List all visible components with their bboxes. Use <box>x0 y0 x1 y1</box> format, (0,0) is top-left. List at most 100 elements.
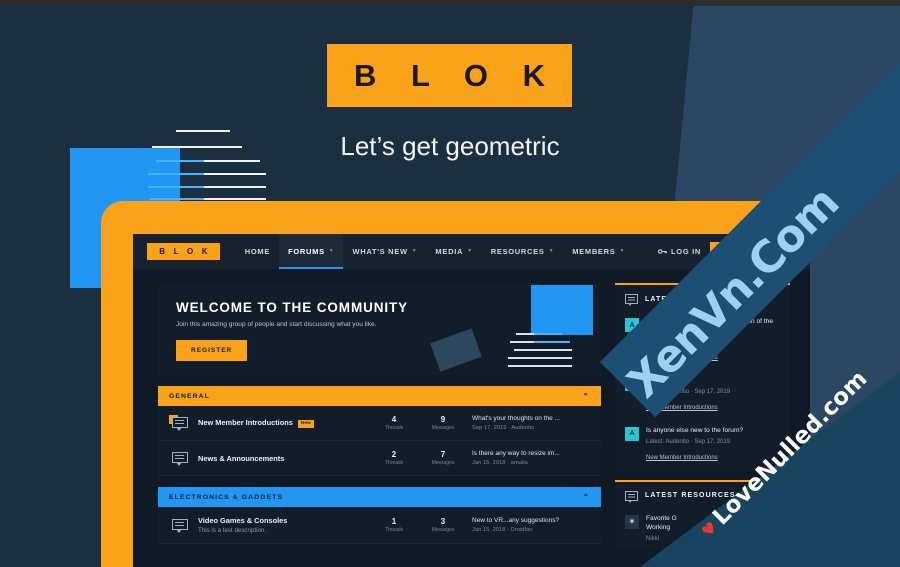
post-title: Is anyone else new to the forum? <box>646 426 744 434</box>
decorative-line <box>204 186 266 188</box>
search-icon[interactable] <box>791 247 800 256</box>
decorative-line <box>148 173 204 175</box>
last-post[interactable]: Is there any way to resize im... Jan 15,… <box>472 450 590 466</box>
messages-count: 7 <box>440 450 446 459</box>
chevron-up-icon[interactable]: ⌃ <box>582 493 590 502</box>
forum-row[interactable]: News & Announcements 2 Threads 7 Message… <box>158 441 601 476</box>
login-button[interactable]: LOG IN <box>658 247 701 256</box>
forum-icon <box>169 415 189 431</box>
forum-title: News & Announcements <box>198 453 285 463</box>
decorative-line <box>148 186 204 188</box>
forum-row[interactable]: Video Games & Consoles This is a test de… <box>158 507 601 544</box>
decorative-line <box>508 365 572 367</box>
welcome-decorative-geometry <box>430 283 601 375</box>
decorative-line <box>508 357 572 359</box>
last-post-meta: Jan 15, 2018 · amalia <box>472 460 528 466</box>
post-forum-link[interactable]: New Member Introductions <box>646 405 718 411</box>
threads-label: Threads <box>384 460 404 466</box>
register-button[interactable]: REGISTER <box>710 242 782 261</box>
threads-stat: 4 Threads <box>374 415 414 431</box>
nav-item-home[interactable]: HOME <box>236 234 279 269</box>
decorative-line <box>150 198 204 200</box>
avatar: A <box>625 376 639 391</box>
decorative-line <box>204 173 266 175</box>
messages-stat: 3 Messages <box>423 517 463 533</box>
threads-label: Threads <box>384 425 404 431</box>
nav-right-group: LOG IN REGISTER <box>658 242 800 261</box>
messages-label: Messages <box>431 460 455 466</box>
forum-icon <box>169 517 189 533</box>
resource-meta: Nikki <box>646 535 659 542</box>
forum-row[interactable]: New Member Introductions New 4 Threads 9 … <box>158 406 601 441</box>
threads-stat: 2 Threads <box>374 450 414 466</box>
category-header-electronics[interactable]: ELECTRONICS & GADGETS ⌃ <box>158 487 601 507</box>
nav-item-label: MEDIA <box>435 247 464 256</box>
forum-icon <box>169 450 189 466</box>
chevron-down-icon: ▼ <box>411 248 418 254</box>
last-post-title: What's your thoughts on the ... <box>472 415 560 422</box>
welcome-register-button[interactable]: REGISTER <box>176 340 248 361</box>
category-header-general[interactable]: GENERAL ⌃ <box>158 386 601 406</box>
list-item[interactable]: A Hi everyone Latest: Audentio · Sep 17,… <box>615 371 790 421</box>
post-meta: Latest: Audentio · Sep 17, 2019 <box>646 388 731 395</box>
nav-item-label: WHAT'S NEW <box>352 247 408 256</box>
latest-posts-title: LATEST POSTS <box>645 295 711 303</box>
chevron-down-icon: ▼ <box>328 248 335 254</box>
messages-count: 3 <box>440 517 446 526</box>
sidebar-column: LATEST POSTS A What's your thoughts on t… <box>615 283 790 550</box>
list-item[interactable]: A What's your thoughts on the direction … <box>615 312 790 371</box>
avatar: A <box>625 318 639 332</box>
post-forum-link[interactable]: New Member Introductions <box>646 355 718 361</box>
threads-stat: 1 Threads <box>374 517 414 533</box>
post-forum-link[interactable]: New Member Introductions <box>646 455 718 461</box>
tablet-device-frame: B L O K HOME FORUMS ▼ WHAT'S NEW ▼ MEDIA ▼ … <box>101 201 810 567</box>
latest-resources-title: LATEST RESOURCES <box>645 492 736 500</box>
forum-description: This is a test description. <box>198 527 267 534</box>
messages-count: 9 <box>440 415 446 424</box>
last-post[interactable]: What's your thoughts on the ... Sep 17, … <box>472 415 590 431</box>
register-label: REGISTER <box>729 247 773 256</box>
main-column: WELCOME TO THE COMMUNITY Join this amazi… <box>158 283 601 550</box>
category-title: GENERAL <box>169 392 210 400</box>
decorative-line <box>204 198 266 200</box>
nav-item-members[interactable]: MEMBERS ▼ <box>563 234 634 269</box>
post-title: Hi everyone <box>646 376 682 384</box>
messages-stat: 9 Messages <box>423 415 463 431</box>
chevron-down-icon: ▼ <box>548 248 555 254</box>
id-card-icon <box>719 247 726 256</box>
resource-title: Favorite G <box>646 514 677 522</box>
chevron-down-icon: ▼ <box>619 248 626 254</box>
site-body: WELCOME TO THE COMMUNITY Join this amazi… <box>133 269 810 550</box>
threads-count: 4 <box>391 415 397 424</box>
nav-item-label: MEMBERS <box>572 247 616 256</box>
forum-title: Video Games & Consoles <box>198 516 288 525</box>
badge-new: New <box>297 419 314 428</box>
forum-title: New Member Introductions <box>198 418 293 428</box>
key-icon <box>658 249 667 254</box>
nav-item-resources[interactable]: RESOURCES ▼ <box>482 234 563 269</box>
latest-resources-block: LATEST RESOURCES ✷ Favorite G Working Ni… <box>615 479 790 550</box>
last-post-title: New to VR...any suggestions? <box>472 517 560 524</box>
nav-item-media[interactable]: MEDIA ▼ <box>426 234 481 269</box>
decorative-blue-square <box>531 285 593 335</box>
latest-posts-block: LATEST POSTS A What's your thoughts on t… <box>615 283 790 471</box>
list-item[interactable]: ✷ Favorite G Working Nikki <box>615 509 790 550</box>
threads-count: 1 <box>391 517 397 526</box>
threads-count: 2 <box>391 450 397 459</box>
nav-item-whats-new[interactable]: WHAT'S NEW ▼ <box>343 234 426 269</box>
list-item[interactable]: A Is anyone else new to the forum? Lates… <box>615 421 790 471</box>
decorative-tilted-quad <box>430 328 482 372</box>
avatar: A <box>625 426 639 441</box>
site-nav-logo[interactable]: B L O K <box>147 243 220 260</box>
messages-label: Messages <box>431 527 455 533</box>
gear-icon: ✷ <box>625 514 639 529</box>
post-title: What's your thoughts on the direction of… <box>646 318 773 334</box>
decorative-line <box>514 349 572 351</box>
chevron-up-icon[interactable]: ⌃ <box>582 392 590 401</box>
last-post-meta: Sep 17, 2019 · Audentio <box>472 425 535 431</box>
last-post[interactable]: New to VR...any suggestions? Jan 15, 201… <box>472 517 590 533</box>
decorative-line <box>534 341 570 343</box>
nav-item-forums[interactable]: FORUMS ▼ <box>279 234 344 269</box>
forum-title-wrap: New Member Introductions New <box>198 418 365 428</box>
nav-item-label: RESOURCES <box>490 247 545 256</box>
